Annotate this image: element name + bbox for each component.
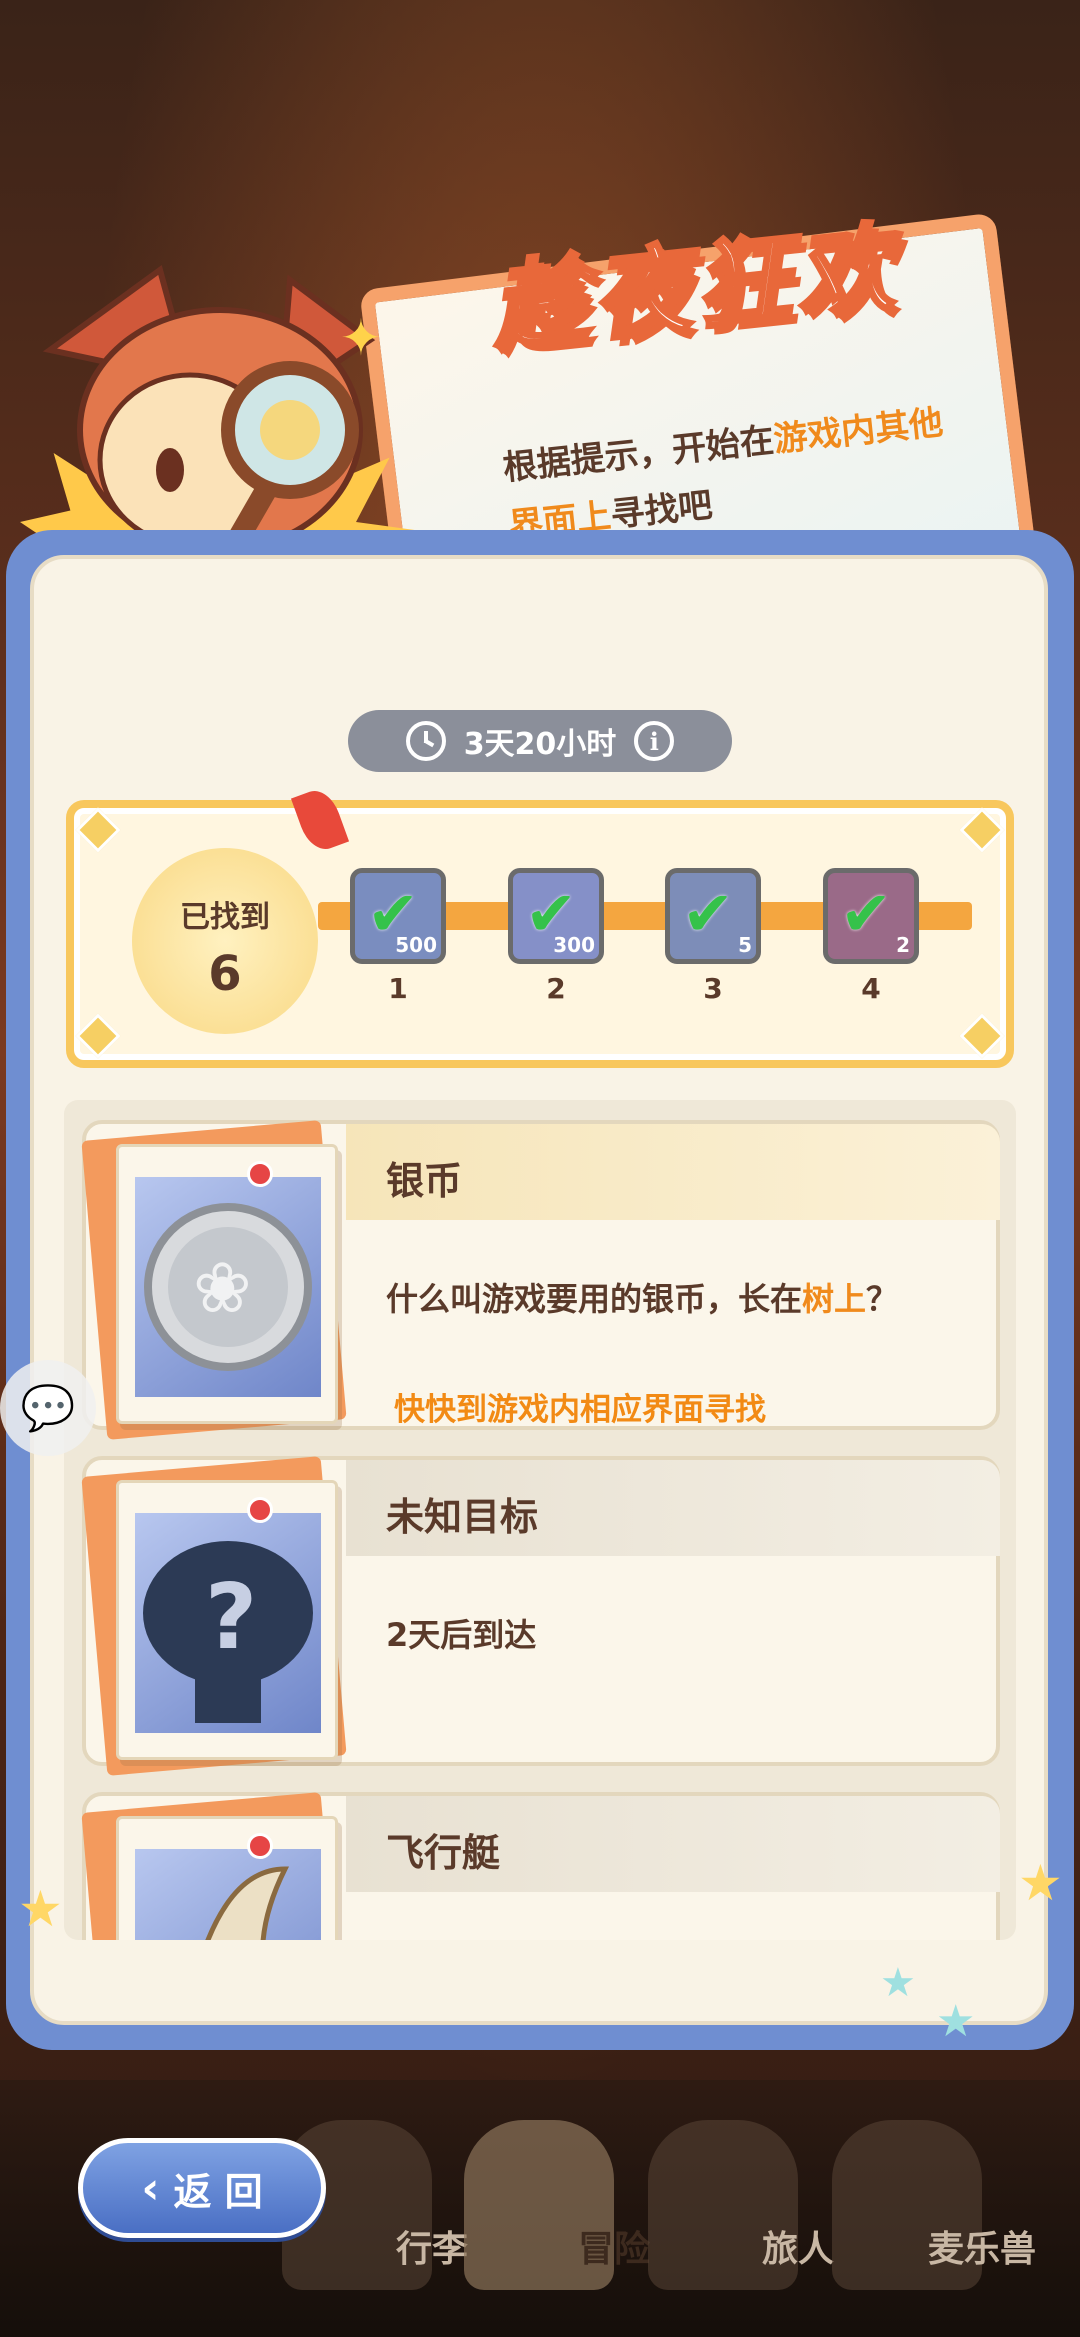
item-name: 未知目标 — [386, 1495, 539, 1539]
star-decoration: ★ — [880, 1960, 916, 2006]
reward-count: 5 — [738, 933, 752, 957]
svg-text:?: ? — [205, 1565, 257, 1670]
milestone-reward-1[interactable]: ✔ 500 — [350, 868, 446, 964]
milestone-index: 2 — [546, 972, 566, 1005]
found-counter: 已找到 6 — [132, 848, 318, 1034]
check-icon: ✔ — [682, 877, 734, 950]
back-button[interactable]: ‹ 返 回 — [78, 2138, 326, 2238]
pin-icon — [247, 1833, 273, 1859]
milestone-index: 3 — [703, 972, 723, 1005]
back-label: 返 回 — [173, 2169, 263, 2214]
star-decoration: ★ — [936, 1996, 976, 2047]
reward-count: 2 — [896, 933, 910, 957]
item-description: 什么叫游戏要用的银币，长在树上？ — [386, 1280, 899, 1318]
star-decoration: ★ — [18, 1880, 63, 1938]
item-name: 飞行艇 — [386, 1831, 501, 1875]
item-description: 2天后到达 — [386, 1616, 537, 1654]
chevron-left-icon: ‹ — [141, 2162, 160, 2214]
pin-icon — [247, 1161, 273, 1187]
item-photo: ? — [116, 1480, 338, 1760]
svg-text:❀: ❀ — [193, 1247, 252, 1329]
milestone-reward-3[interactable]: ✔ 5 — [665, 868, 761, 964]
tab-label: 麦乐兽 — [927, 2229, 1036, 2270]
countdown-text: 3天20小时 — [463, 727, 617, 762]
chat-icon: 💬 — [20, 1383, 76, 1434]
clock-icon — [405, 721, 446, 761]
list-item-airship[interactable]: 飞行艇 — [81, 1792, 1000, 1940]
chat-bubble-button[interactable]: 💬 — [0, 1360, 96, 1456]
item-photo — [116, 1816, 338, 1940]
target-list[interactable]: ❀ 银币 什么叫游戏要用的银币，长在树上？ 快快到游戏内相应界面寻找 ? 未知目… — [64, 1100, 1016, 1940]
countdown-pill: 3天20小时 i — [348, 710, 732, 772]
tab-adventure[interactable]: 冒险 — [464, 2120, 650, 2290]
milestone-index: 4 — [861, 972, 881, 1005]
milestone-index: 1 — [388, 972, 408, 1005]
found-count: 6 — [208, 946, 242, 1002]
found-label: 已找到 — [180, 900, 270, 935]
list-item-unknown-target[interactable]: ? 未知目标 2天后到达 — [81, 1456, 1000, 1776]
info-icon[interactable]: i — [634, 721, 675, 761]
list-item-silver-coin[interactable]: ❀ 银币 什么叫游戏要用的银币，长在树上？ 快快到游戏内相应界面寻找 — [81, 1120, 1000, 1440]
item-hint: 快快到游戏内相应界面寻找 — [394, 1392, 766, 1428]
tab-mailer-beasts[interactable]: 麦乐兽 — [832, 2120, 1036, 2290]
tab-travelers[interactable]: 旅人 — [648, 2120, 834, 2290]
item-photo: ❀ — [116, 1144, 338, 1424]
mystery-silhouette-icon: ? — [143, 1541, 313, 1723]
svg-text:✦: ✦ — [340, 309, 382, 367]
check-icon: ✔ — [840, 877, 892, 950]
star-decoration: ★ — [1018, 1854, 1063, 1912]
silver-coin-icon: ❀ — [144, 1203, 312, 1371]
milestone-reward-2[interactable]: ✔ 300 — [508, 868, 604, 964]
reward-count: 300 — [553, 933, 595, 957]
airship-icon — [205, 1866, 290, 1940]
milestone-reward-4[interactable]: ✔ 2 — [823, 868, 919, 964]
item-name: 银币 — [386, 1159, 463, 1203]
reward-count: 500 — [395, 933, 437, 957]
pin-icon — [247, 1497, 273, 1523]
